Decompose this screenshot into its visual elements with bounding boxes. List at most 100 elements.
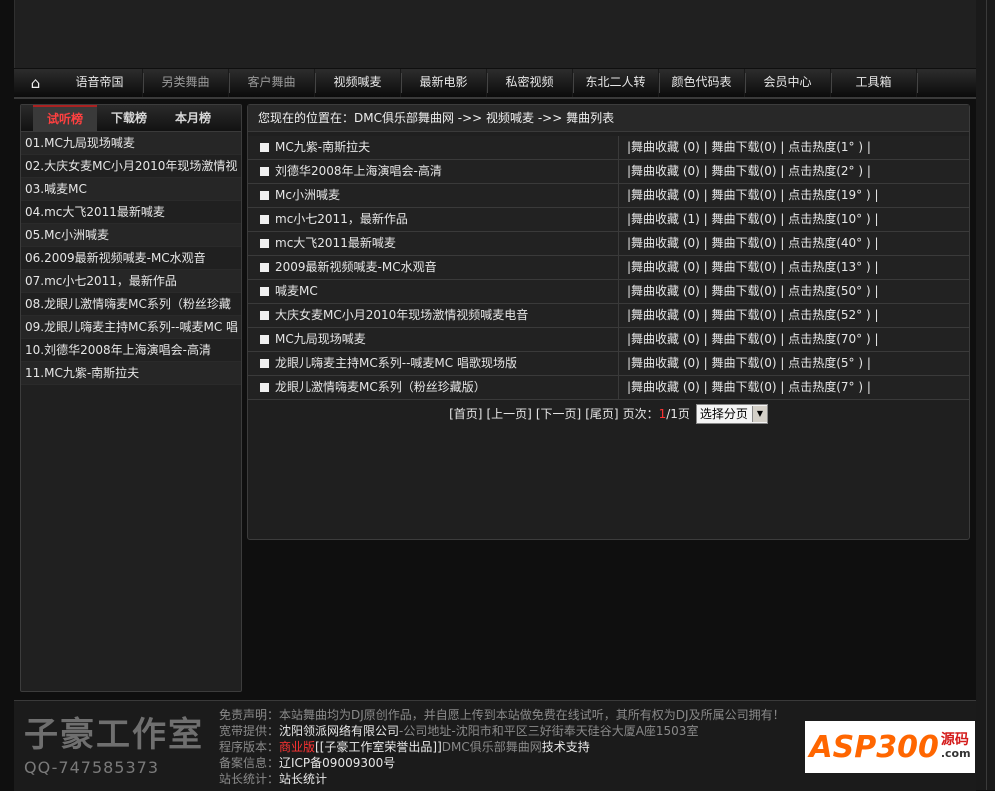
song-link[interactable]: MC九紫-南斯拉夫 [275,136,370,159]
song-name-cell: 喊麦MC [248,280,619,303]
partner-logo[interactable]: ASP300 源码 .com [805,721,975,773]
list-item[interactable]: 02.大庆女麦MC小月2010年现场激情视 [21,155,241,178]
song-link[interactable]: 龙眼儿激情嗨麦MC系列（粉丝珍藏版） [275,376,486,399]
main-nav: ⌂ 语音帝国 另类舞曲 客户舞曲 视频喊麦 最新电影 私密视频 东北二人转 颜色… [14,69,976,99]
song-name-cell: mc小七2011，最新作品 [248,208,619,231]
song-stats: |舞曲收藏 (0) | 舞曲下载(0) | 点击热度(52° ) | [627,308,879,322]
tab-monthly-chart[interactable]: 本月榜 [161,105,225,131]
song-checkbox[interactable] [260,287,269,296]
isp-name: 沈阳领派网络有限公司 [279,724,400,738]
song-stats: |舞曲收藏 (0) | 舞曲下载(0) | 点击热度(50° ) | [627,284,879,298]
song-checkbox[interactable] [260,239,269,248]
list-item[interactable]: 01.MC九局现场喊麦 [21,132,241,155]
nav-item-client-dance[interactable]: 客户舞曲 [229,69,316,97]
song-checkbox[interactable] [260,167,269,176]
song-stats: |舞曲收藏 (0) | 舞曲下载(0) | 点击热度(40° ) | [627,236,879,250]
song-stats: |舞曲收藏 (0) | 舞曲下载(0) | 点击热度(70° ) | [627,332,879,346]
song-link[interactable]: Mc小洲喊麦 [275,184,340,207]
table-row: MC九局现场喊麦 |舞曲收藏 (0) | 舞曲下载(0) | 点击热度(70° )… [248,328,969,352]
song-link[interactable]: 喊麦MC [275,280,318,303]
sidebar-list: 01.MC九局现场喊麦 02.大庆女麦MC小月2010年现场激情视 03.喊麦M… [21,132,241,385]
table-row: 龙眼儿嗨麦主持MC系列--喊麦MC 唱歌现场版 |舞曲收藏 (0) | 舞曲下载(… [248,352,969,376]
song-name-cell: Mc小洲喊麦 [248,184,619,207]
table-row: 龙眼儿激情嗨麦MC系列（粉丝珍藏版） |舞曲收藏 (0) | 舞曲下载(0) | … [248,376,969,400]
list-item[interactable]: 03.喊麦MC [21,178,241,201]
song-checkbox[interactable] [260,191,269,200]
nav-item-toolbox[interactable]: 工具箱 [831,69,918,97]
nav-item-voice-empire[interactable]: 语音帝国 [57,69,144,97]
list-item[interactable]: 09.龙眼儿嗨麦主持MC系列--喊麦MC 唱 [21,316,241,339]
song-stats: |舞曲收藏 (0) | 舞曲下载(0) | 点击热度(13° ) | [627,260,879,274]
footer-info: 免责声明：本站舞曲均为DJ原创作品，并自愿上传到本站做免费在线试听，其所有权为D… [219,708,785,786]
breadcrumb: 您现在的位置在：DMC俱乐部舞曲网 ->> 视频喊麦 ->> 舞曲列表 [248,105,969,132]
partner-brand: ASP300 [809,729,939,765]
song-stats: |舞曲收藏 (1) | 舞曲下载(0) | 点击热度(10° ) | [627,212,879,226]
first-page-link[interactable]: [首页] [449,404,482,424]
song-checkbox[interactable] [260,383,269,392]
song-name-cell: MC九紫-南斯拉夫 [248,136,619,159]
chevron-down-icon: ▼ [751,406,767,422]
song-table: MC九紫-南斯拉夫 |舞曲收藏 (0) | 舞曲下载(0) | 点击热度(1° )… [248,136,969,400]
song-stats: |舞曲收藏 (0) | 舞曲下载(0) | 点击热度(5° ) | [627,356,871,370]
song-link[interactable]: mc大飞2011最新喊麦 [275,232,396,255]
list-item[interactable]: 05.Mc小洲喊麦 [21,224,241,247]
list-item[interactable]: 08.龙眼儿激情嗨麦MC系列（粉丝珍藏 [21,293,241,316]
table-row: Mc小洲喊麦 |舞曲收藏 (0) | 舞曲下载(0) | 点击热度(19° ) | [248,184,969,208]
home-icon[interactable]: ⌂ [14,69,57,97]
studio-logo: 子豪工作室 QQ-747585373 [24,707,224,785]
song-checkbox[interactable] [260,359,269,368]
song-checkbox[interactable] [260,143,269,152]
page-select[interactable]: 选择分页 ▼ [695,404,768,424]
table-row: 2009最新视频喊麦-MC水观音 |舞曲收藏 (0) | 舞曲下载(0) | 点击… [248,256,969,280]
song-name-cell: mc大飞2011最新喊麦 [248,232,619,255]
prev-page-link[interactable]: [上一页] [486,404,531,424]
song-link[interactable]: 2009最新视频喊麦-MC水观音 [275,256,437,279]
song-checkbox[interactable] [260,215,269,224]
logo-title: 子豪工作室 [24,715,204,755]
nav-item-errenzhuan[interactable]: 东北二人转 [573,69,660,97]
partner-tag: 源码 [940,732,969,748]
nav-item-member-center[interactable]: 会员中心 [745,69,832,97]
icp-link[interactable]: 辽ICP备09009300号 [279,756,395,770]
right-edge-strip [976,0,995,790]
song-list-panel: 您现在的位置在：DMC俱乐部舞曲网 ->> 视频喊麦 ->> 舞曲列表 MC九紫… [247,104,970,540]
last-page-link[interactable]: [尾页] [585,404,618,424]
song-stats: |舞曲收藏 (0) | 舞曲下载(0) | 点击热度(2° ) | [627,164,871,178]
nav-item-private-video[interactable]: 私密视频 [487,69,574,97]
company-address: -公司地址-沈阳市和平区三好街奉天硅谷大厦A座1503室 [399,724,699,738]
tab-listen-chart[interactable]: 试听榜 [33,105,97,131]
song-name-cell: 龙眼儿嗨麦主持MC系列--喊麦MC 唱歌现场版 [248,352,619,375]
nav-item-color-codes[interactable]: 颜色代码表 [659,69,746,97]
list-item[interactable]: 07.mc小七2011，最新作品 [21,270,241,293]
song-name-cell: 刘德华2008年上海演唱会-高清 [248,160,619,183]
top-banner [14,0,978,68]
song-link[interactable]: MC九局现场喊麦 [275,328,366,351]
song-checkbox[interactable] [260,335,269,344]
list-item[interactable]: 04.mc大飞2011最新喊麦 [21,201,241,224]
song-checkbox[interactable] [260,311,269,320]
list-item[interactable]: 10.刘德华2008年上海演唱会-高清 [21,339,241,362]
song-checkbox[interactable] [260,263,269,272]
song-link[interactable]: 龙眼儿嗨麦主持MC系列--喊麦MC 唱歌现场版 [275,352,517,375]
partner-domain: .com [940,747,971,760]
song-name-cell: 大庆女麦MC小月2010年现场激情视频喊麦电音 [248,304,619,327]
disclaimer-text: 本站舞曲均为DJ原创作品，并自愿上传到本站做免费在线试听，其所有权为DJ及所属公… [279,708,785,722]
song-stats: |舞曲收藏 (0) | 舞曲下载(0) | 点击热度(1° ) | [627,140,871,154]
next-page-link[interactable]: [下一页] [536,404,581,424]
tab-download-chart[interactable]: 下载榜 [97,105,161,131]
song-link[interactable]: 刘德华2008年上海演唱会-高清 [275,160,442,183]
song-link[interactable]: mc小七2011，最新作品 [275,208,408,231]
stats-link[interactable]: 站长统计 [279,772,327,786]
footer: 子豪工作室 QQ-747585373 免责声明：本站舞曲均为DJ原创作品，并自愿… [14,700,976,791]
site-name[interactable]: DMC俱乐部舞曲网 [442,740,542,754]
table-row: 刘德华2008年上海演唱会-高清 |舞曲收藏 (0) | 舞曲下载(0) | 点击… [248,160,969,184]
nav-item-alt-dance[interactable]: 另类舞曲 [143,69,230,97]
nav-item-latest-movies[interactable]: 最新电影 [401,69,488,97]
table-row: 喊麦MC |舞曲收藏 (0) | 舞曲下载(0) | 点击热度(50° ) | [248,280,969,304]
song-link[interactable]: 大庆女麦MC小月2010年现场激情视频喊麦电音 [275,304,528,327]
version-badge: 商业版 [279,740,316,754]
nav-item-video-shout[interactable]: 视频喊麦 [315,69,402,97]
list-item[interactable]: 06.2009最新视频喊麦-MC水观音 [21,247,241,270]
pagination: [首页] [上一页] [下一页] [尾页] 页次：1/1页 选择分页 ▼ [248,404,969,424]
list-item[interactable]: 11.MC九紫-南斯拉夫 [21,362,241,385]
